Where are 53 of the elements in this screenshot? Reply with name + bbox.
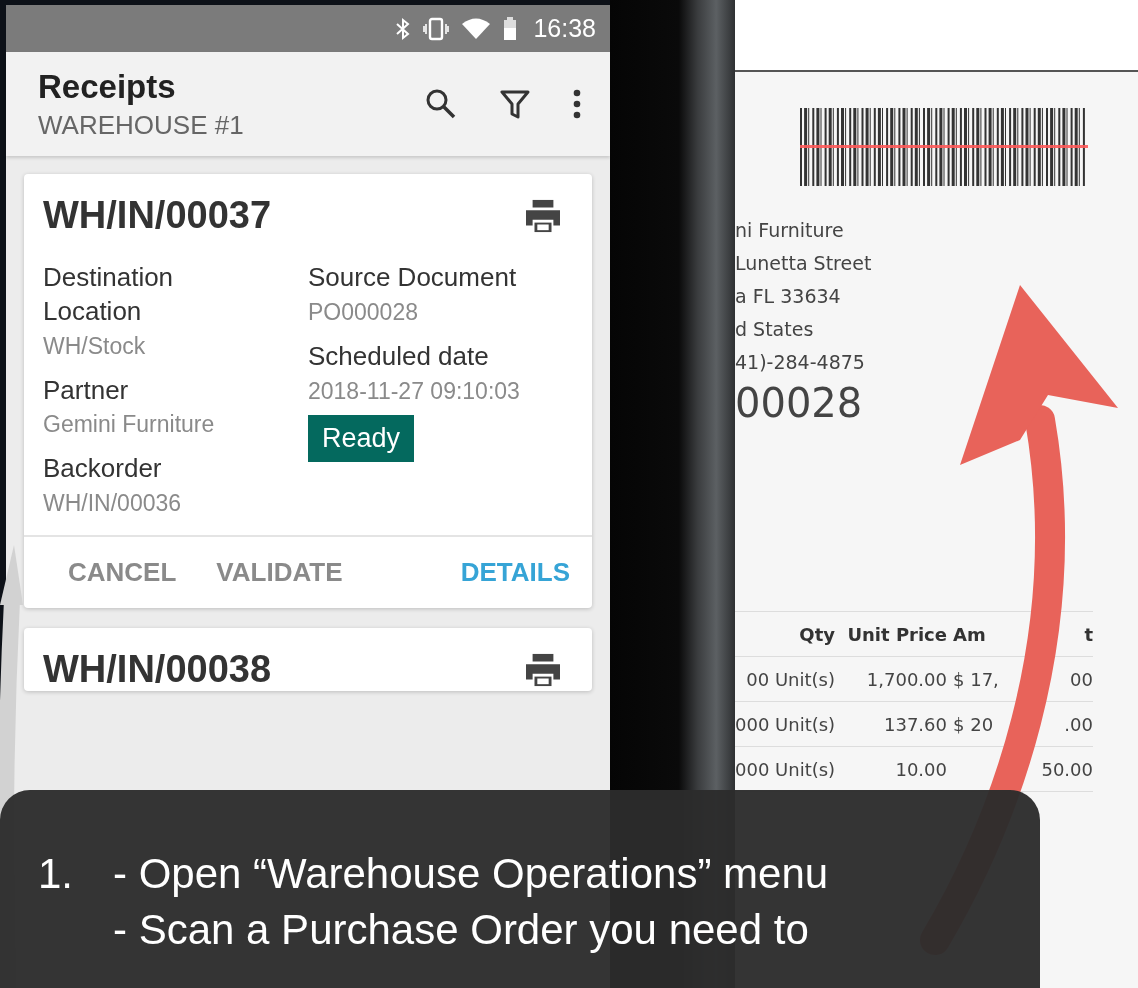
field-value: WH/Stock [43, 332, 147, 360]
battery-icon [503, 16, 518, 41]
column-header: Unit Price [846, 623, 947, 645]
status-badge: Ready [308, 414, 415, 462]
field-label: Destination Location [43, 261, 175, 328]
table-cell-text: 10.00 [894, 758, 947, 780]
receipt-reference: WH/IN/00037 [43, 194, 272, 237]
field-value: PO000028 [308, 298, 419, 326]
address-line: ni Furniture [735, 218, 845, 243]
instruction-line: - Scan a Purchase Order you need to [113, 906, 810, 954]
address-line: a FL 33634 [735, 284, 842, 309]
column-header: Am [953, 623, 986, 645]
screen-subtitle: WAREHOUSE #1 [38, 109, 245, 141]
table-cell: 000 Unit(s) [735, 758, 835, 780]
printer-icon[interactable] [524, 198, 562, 233]
field-label: Source Document [308, 261, 517, 294]
search-icon[interactable] [424, 87, 458, 121]
table-cell: 000 Unit(s) [735, 713, 835, 735]
table-cell: $ 20 [953, 713, 994, 735]
column-header: Qty [798, 623, 835, 645]
field-value: Gemini Furniture [43, 411, 215, 439]
table-cell-text: 1,700.00 [865, 668, 947, 690]
wifi-icon [461, 16, 492, 41]
table-cell: .00 [1064, 713, 1093, 735]
address-line: d States [735, 317, 815, 342]
field-value: 2018-11-27 09:10:03 [308, 377, 520, 405]
field-label: Backorder [43, 452, 163, 486]
bluetooth-icon [395, 16, 412, 41]
field-label: Partner [43, 373, 130, 407]
table-cell-text: 00 Unit(s) [745, 668, 835, 690]
address-line: 41)-284-4875 [735, 350, 866, 375]
column-header: t [1084, 623, 1093, 645]
table-cell-text: 137.60 [883, 713, 947, 735]
receipt-card[interactable]: WH/IN/00038 [24, 628, 592, 692]
card-action-button[interactable]: VALIDATE [216, 551, 343, 595]
address-line: Lunetta Street [735, 251, 873, 276]
printer-icon[interactable] [524, 652, 562, 687]
table-cell: $ 17, [953, 668, 999, 690]
step-number: 1. [38, 850, 74, 899]
field-value: WH/IN/00036 [43, 490, 182, 518]
card-action-button[interactable]: CANCEL [68, 551, 177, 595]
more-options-icon[interactable] [572, 87, 582, 121]
instruction-line: - Open “Warehouse Operations” menu [113, 850, 829, 898]
status-time: 16:38 [533, 14, 596, 43]
receipt-card[interactable]: WH/IN/00037 Destination Location WH/Stock Partner Gemini Furniture Backorder WH/IN/00036 Source Document PO000028 Scheduled date 2018-11-27 09:10:03 Ready CANCEL VALIDATE DETAILS [24, 174, 592, 609]
table-cell: 00 [1070, 668, 1093, 690]
card-action-button[interactable]: DETAILS [460, 551, 570, 595]
table-cell: 50.00 [1041, 758, 1093, 780]
order-number: 00028 [735, 379, 864, 427]
vibrate-icon [423, 16, 450, 41]
receipt-reference: WH/IN/00038 [43, 648, 272, 692]
field-label: Scheduled date [308, 339, 490, 373]
screen-title: Receipts [38, 67, 177, 106]
